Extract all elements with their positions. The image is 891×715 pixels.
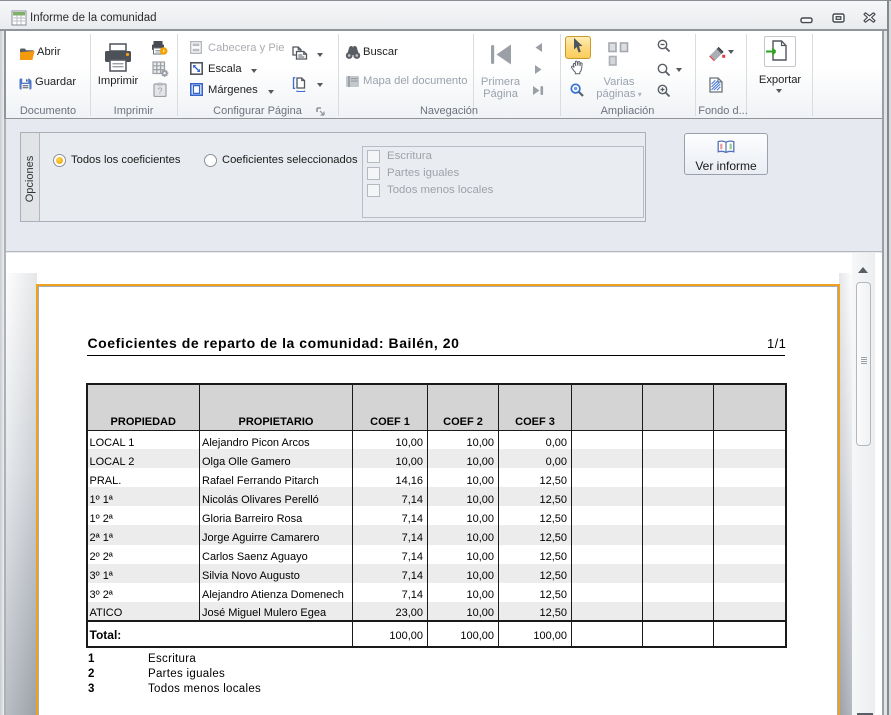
svg-text:?: ? <box>157 86 162 96</box>
